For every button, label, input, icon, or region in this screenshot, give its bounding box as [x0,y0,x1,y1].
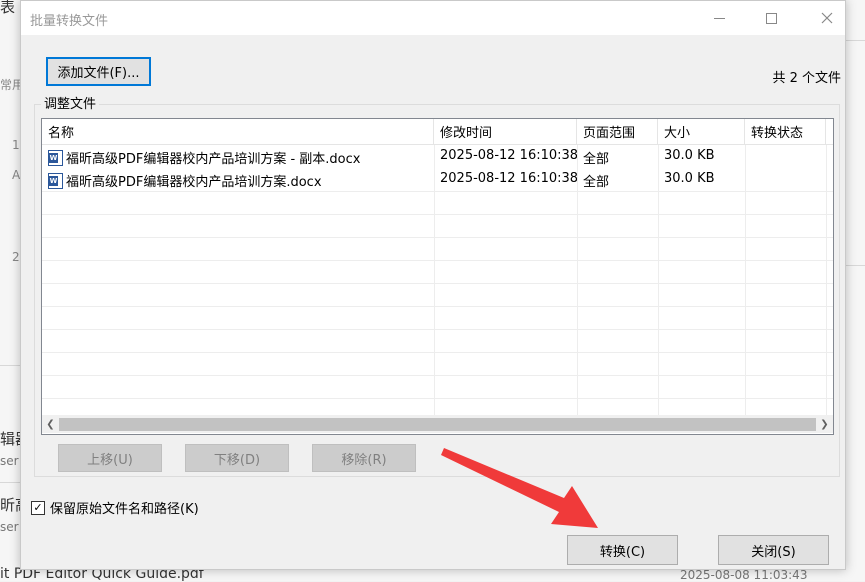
file-list-header: 名称 修改时间 页面范围 大小 转换状态 [42,119,833,145]
bg-file-title-fragment: 昕高 [0,496,20,514]
word-doc-icon [48,173,63,189]
file-name-cell: 福昕高级PDF编辑器校内产品培训方案 - 副本.docx [42,145,434,168]
file-name-cell: 福昕高级PDF编辑器校内产品培训方案.docx [42,168,434,191]
bg-fragment: 1 [12,138,20,152]
grid-line [42,306,833,307]
move-up-button[interactable]: 上移(U) [58,444,162,472]
horizontal-scrollbar[interactable]: ❮ ❯ [42,415,833,433]
grid-line [42,237,833,238]
dialog-titlebar[interactable]: 批量转换文件 [21,1,845,35]
batch-convert-dialog: 批量转换文件 添加文件(F)... 共 2 个文件 调整文件 名称 修改时间 页… [20,0,846,570]
bg-divider [0,482,20,483]
file-range-cell: 全部 [583,152,610,167]
file-rows: 福昕高级PDF编辑器校内产品培训方案 - 副本.docx 2025-08-12 … [42,145,833,191]
keep-name-checkbox[interactable]: ✓ [31,500,45,515]
file-range-cell: 全部 [583,175,610,190]
add-file-button[interactable]: 添加文件(F)... [46,57,151,86]
minimize-button[interactable] [697,1,741,35]
minimize-icon [713,17,725,19]
bg-fragment: A [12,168,21,182]
file-size-cell: 30.0 KB [664,171,715,186]
file-name: 福昕高级PDF编辑器校内产品培训方案 - 副本.docx [66,152,361,167]
word-doc-icon [48,150,63,166]
close-icon [821,12,833,24]
dialog-title: 批量转换文件 [30,14,109,29]
column-header-status[interactable]: 转换状态 [745,119,826,145]
grid-line [42,214,833,215]
file-size-cell: 30.0 KB [664,148,715,163]
column-header-size[interactable]: 大小 [658,119,745,145]
file-modified-cell: 2025-08-12 16:10:38 [440,148,577,163]
remove-button[interactable]: 移除(R) [312,444,416,472]
column-header-page-range[interactable]: 页面范围 [577,119,658,145]
grid-line [42,191,833,192]
grid-line [42,260,833,261]
checkmark-icon: ✓ [33,501,43,514]
move-down-button[interactable]: 下移(D) [185,444,289,472]
bg-file-date: 2025-08-08 11:03:43 [680,568,808,582]
file-count-label: 共 2 个文件 [772,71,841,86]
bg-divider [0,365,20,366]
bg-divider [846,40,865,41]
convert-button[interactable]: 转换(C) [567,535,678,565]
grid-line [42,352,833,353]
keep-name-label: 保留原始文件名和路径(K) [50,502,199,517]
close-button[interactable]: 关闭(S) [718,535,829,565]
grid-line [42,375,833,376]
scroll-left-button[interactable]: ❮ [42,416,59,433]
bg-menu-fragment: 表 [0,0,16,16]
column-header-modified[interactable]: 修改时间 [434,119,577,145]
close-window-button[interactable] [805,1,849,35]
grid-line [42,283,833,284]
file-name: 福昕高级PDF编辑器校内产品培训方案.docx [66,175,322,190]
grid-line [42,398,833,399]
chevron-right-icon: ❯ [820,418,829,430]
chevron-left-icon: ❮ [46,418,55,430]
scrollbar-thumb[interactable] [59,417,816,431]
file-modified-cell: 2025-08-12 16:10:38 [440,171,577,186]
table-row[interactable]: 福昕高级PDF编辑器校内产品培训方案 - 副本.docx 2025-08-12 … [42,145,833,168]
file-list[interactable]: 名称 修改时间 页面范围 大小 转换状态 福昕高级PDF编辑器校内产品培训方案 … [41,118,834,435]
keep-name-option[interactable]: ✓ 保留原始文件名和路径(K) [31,498,199,517]
bg-file-user-fragment: ser [0,520,19,534]
bg-file-user-fragment: ser [0,454,19,468]
scrollbar-track[interactable] [59,416,816,433]
bg-file-title-fragment: 辑器 [0,430,20,448]
grid-line [42,329,833,330]
bg-divider [846,265,865,266]
maximize-icon [765,12,777,24]
file-status-cell [745,168,826,191]
maximize-button[interactable] [749,1,793,35]
column-header-name[interactable]: 名称 [42,119,434,145]
adjust-files-group-label: 调整文件 [41,93,100,112]
bg-fragment: 2 [12,250,20,264]
scroll-right-button[interactable]: ❯ [816,416,833,433]
table-row[interactable]: 福昕高级PDF编辑器校内产品培训方案.docx 2025-08-12 16:10… [42,168,833,191]
file-status-cell [745,145,826,168]
